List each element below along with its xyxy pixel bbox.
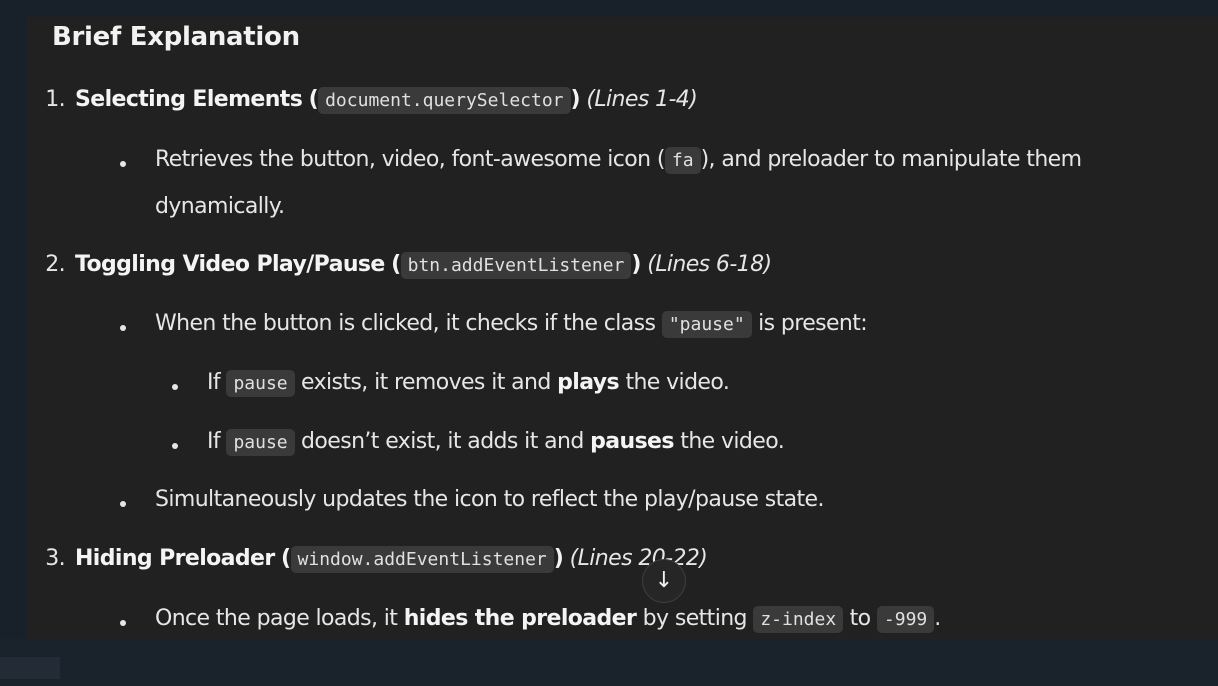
bullet-dot: [120, 501, 126, 507]
background-shape: [0, 657, 60, 679]
list-item-3: 3. Hiding Preloader (window.addEventList…: [41, 544, 708, 575]
bullet-text-continued: dynamically.: [155, 194, 285, 219]
item-title: Hiding Preloader: [75, 546, 275, 571]
inline-code: fa: [664, 147, 701, 174]
bullet-text: Simultaneously updates the icon to refle…: [155, 487, 824, 512]
inline-code: window.addEventListener: [290, 546, 554, 573]
sub-bullet-text: If pause exists, it removes it and plays…: [207, 370, 730, 397]
bullet-text: When the button is clicked, it checks if…: [155, 311, 868, 338]
list-item-1: 1. Selecting Elements (document.querySel…: [41, 85, 698, 116]
item-title: Toggling Video Play/Pause: [75, 252, 385, 277]
list-item-2: 2. Toggling Video Play/Pause (btn.addEve…: [41, 250, 772, 281]
list-number: 2.: [45, 252, 65, 277]
sub-bullet-dot: [172, 384, 178, 390]
bullet-text: Once the page loads, it hides the preloa…: [155, 606, 941, 633]
arrow-down-icon: ↓: [654, 568, 674, 593]
inline-code: btn.addEventListener: [400, 252, 632, 279]
bullet-dot: [120, 620, 126, 626]
sub-bullet-dot: [172, 443, 178, 449]
bullet-text: Retrieves the button, video, font-awesom…: [155, 147, 1082, 174]
scroll-to-bottom-button[interactable]: ↓: [642, 559, 686, 603]
line-range: (Lines 20-22): [569, 546, 708, 571]
bullet-dot: [120, 325, 126, 331]
background-strip: [0, 639, 1218, 686]
list-number: 3.: [45, 546, 65, 571]
list-number: 1.: [45, 87, 65, 112]
section-heading: Brief Explanation: [52, 22, 300, 52]
inline-code: -999: [876, 606, 935, 633]
inline-code: "pause": [661, 311, 752, 338]
item-title: Selecting Elements: [75, 87, 303, 112]
inline-code: pause: [226, 429, 295, 456]
inline-code: pause: [226, 370, 295, 397]
assistant-message: Brief Explanation 1. Selecting Elements …: [27, 17, 1218, 639]
line-range: (Lines 1-4): [586, 87, 698, 112]
sub-bullet-text: If pause doesn’t exist, it adds it and p…: [207, 429, 785, 456]
inline-code: z-index: [753, 606, 844, 633]
inline-code: document.querySelector: [318, 87, 571, 114]
line-range: (Lines 6-18): [647, 252, 772, 277]
bullet-dot: [120, 161, 126, 167]
